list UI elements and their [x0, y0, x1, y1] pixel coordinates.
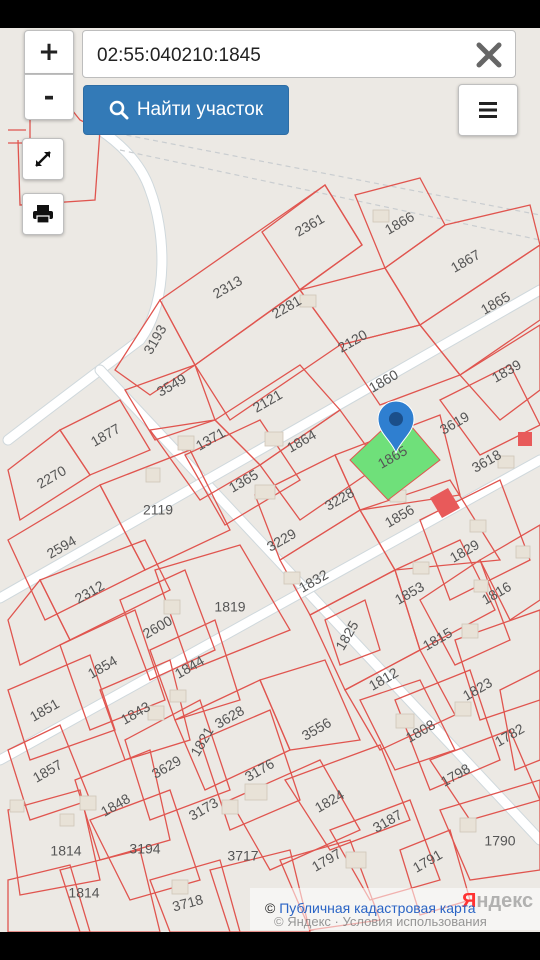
print-button[interactable]	[22, 193, 64, 235]
find-plot-button[interactable]: Найти участок	[83, 85, 289, 135]
plot-label: 1814	[50, 843, 81, 859]
plot-label: 1829	[447, 536, 482, 566]
search-icon	[109, 100, 129, 120]
plot-label: 2281	[269, 292, 304, 322]
plot-label: 3176	[242, 755, 277, 785]
public-cadastral-map-link[interactable]: Публичная кадастровая карта	[279, 900, 475, 916]
map-attribution: Яндекс © Яндекс · Условия использования …	[250, 888, 540, 930]
plot-label: 1782	[492, 720, 527, 750]
plot-label: 2121	[250, 386, 285, 416]
plot-label: 3173	[186, 794, 221, 824]
menu-button[interactable]	[458, 84, 518, 136]
plot-label: 2313	[210, 272, 245, 302]
plot-label: 2270	[34, 462, 69, 492]
plot-label: 1819	[214, 599, 245, 615]
expand-icon	[35, 151, 51, 167]
cadastral-number-input[interactable]	[95, 40, 459, 72]
plot-label: 3556	[299, 714, 334, 744]
cadastral-map[interactable]: 2361 1866 1867 2313 2281 1865 3193 2120 3549 1860…	[0, 28, 540, 932]
plot-label: 1815	[420, 624, 455, 654]
plot-label: 1848	[98, 790, 133, 820]
plot-label: 1857	[30, 756, 65, 786]
plot-label: 3717	[227, 848, 258, 864]
plot-label: 1824	[312, 786, 347, 816]
zoom-out-button[interactable]: -	[24, 74, 74, 120]
plot-label: 1797	[309, 845, 344, 875]
plot-label: 1790	[484, 833, 515, 849]
search-box	[82, 30, 516, 78]
plot-label: 3194	[129, 841, 160, 857]
plot-label: 1791	[410, 846, 445, 876]
plot-label: 3229	[264, 525, 299, 555]
fullscreen-button[interactable]	[22, 138, 64, 180]
plot-label: 1814	[68, 885, 99, 901]
plot-label: 2120	[335, 326, 370, 356]
clear-button[interactable]	[471, 37, 507, 73]
highlighted-plot-small[interactable]	[518, 432, 532, 446]
plot-label: 1867	[448, 246, 483, 276]
plot-label: 3549	[154, 370, 189, 400]
plot-label: 2361	[292, 210, 327, 240]
plot-label: 1823	[460, 674, 495, 704]
plot-label: 3618	[469, 446, 504, 476]
copyright-line: © Публичная кадастровая карта	[265, 900, 476, 916]
plot-label: 3228	[322, 484, 357, 514]
plot-label: 2312	[72, 577, 107, 607]
plot-label: 2119	[143, 502, 173, 518]
plot-label: 1843	[118, 698, 153, 728]
plot-label: 3619	[437, 408, 472, 438]
minus-icon: -	[43, 82, 55, 112]
terms-of-use-link[interactable]: © Яндекс · Условия использования	[274, 914, 487, 929]
menu-icon	[479, 102, 497, 118]
plot-label: 1821	[187, 724, 217, 759]
plus-icon: +	[38, 37, 60, 67]
zoom-in-button[interactable]: +	[24, 30, 74, 74]
close-icon	[476, 42, 502, 68]
plot-label: 1877	[88, 420, 123, 450]
plot-label: 3629	[149, 752, 184, 782]
plot-label: 2600	[140, 612, 175, 642]
plot-label: 3187	[370, 806, 405, 836]
plot-label: 3718	[171, 891, 205, 915]
map-canvas[interactable]: 2361 1866186723132281 18653193 21203549 1860…	[0, 28, 540, 932]
printer-icon	[33, 205, 53, 224]
plot-label: 1851	[27, 695, 62, 725]
find-plot-label: Найти участок	[136, 99, 264, 120]
